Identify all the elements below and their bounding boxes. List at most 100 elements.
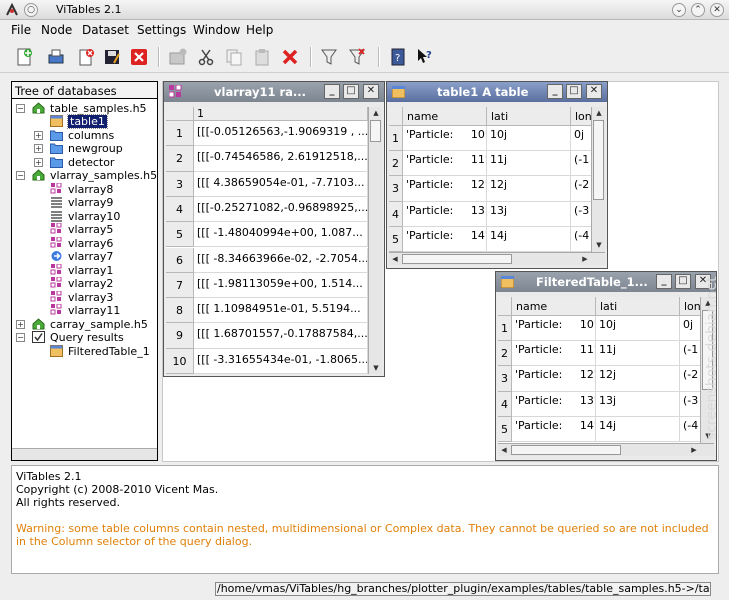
row-header[interactable]: 5 <box>166 222 194 248</box>
table1-maximize-button[interactable]: □ <box>566 84 582 99</box>
new-file-button[interactable] <box>12 45 36 69</box>
table-cell[interactable]: 'Particle: 12' <box>403 176 487 202</box>
filtered-minimize-button[interactable]: _ <box>656 274 672 289</box>
row-header[interactable]: 4 <box>166 196 194 223</box>
row-header[interactable]: 1 <box>389 126 403 152</box>
menu-settings[interactable]: Settings <box>137 23 186 37</box>
table-cell[interactable]: 10j <box>596 316 680 342</box>
table-cell[interactable]: 12j <box>596 366 680 392</box>
tree-node-filteredtable-1[interactable]: FilteredTable_1 <box>12 345 157 358</box>
scroll-thumb[interactable] <box>402 254 512 264</box>
row-header[interactable]: 3 <box>166 171 194 197</box>
quit-button[interactable] <box>127 45 151 69</box>
table-cell[interactable]: [[[ 1.10984951e-01, 5.5194... <box>194 298 368 324</box>
tree-node-vlarray1[interactable]: vlarray1 <box>12 263 157 277</box>
column-header[interactable]: lon <box>680 297 700 316</box>
minimize-button[interactable]: ⌄ <box>672 3 686 17</box>
table1-vscroll[interactable]: ▲ ▼ <box>591 107 605 252</box>
collapse-icon[interactable]: − <box>16 104 25 113</box>
table-cell[interactable]: 11j <box>487 151 571 177</box>
menu-node[interactable]: Node <box>41 23 72 37</box>
new-group-button[interactable] <box>166 45 190 69</box>
menu-file[interactable]: File <box>11 23 31 37</box>
table-cell[interactable]: [[[ 4.38659054e-01, -7.7103... <box>194 171 368 197</box>
scroll-thumb[interactable] <box>511 445 621 455</box>
table-cell[interactable]: [[[ 1.68701557,-0.17887584,... <box>194 323 368 349</box>
table-cell[interactable]: (-4 <box>680 417 700 442</box>
table-cell[interactable]: 0j <box>680 316 700 342</box>
tree-node-vlarray2[interactable]: vlarray2 <box>12 276 157 290</box>
tree-node-detector[interactable]: + detector <box>12 156 157 169</box>
table-cell[interactable]: (-2 <box>571 176 591 202</box>
table-cell[interactable]: [[[-0.74546586, 2.61912518,... <box>194 146 368 172</box>
row-header[interactable]: 5 <box>389 226 403 252</box>
table1-minimize-button[interactable]: _ <box>547 84 563 99</box>
window-menu-icon[interactable]: ○ <box>24 3 38 17</box>
tree-node-table-samples-h5[interactable]: − table_samples.h5 <box>12 102 157 115</box>
table1-close-button[interactable]: ✕ <box>586 84 602 99</box>
table-cell[interactable]: 'Particle: 13' <box>512 391 596 417</box>
tree-node-vlarray11[interactable]: vlarray11 <box>12 303 157 317</box>
tree-node-newgroup[interactable]: + newgroup <box>12 142 157 155</box>
collapse-icon[interactable]: − <box>16 171 25 180</box>
column-header[interactable]: lon <box>571 107 591 126</box>
collapse-icon[interactable]: − <box>16 333 25 342</box>
tree-node-vlarray3[interactable]: vlarray3 <box>12 290 157 304</box>
scroll-down-icon[interactable]: ▼ <box>370 362 382 374</box>
table1-hscroll[interactable]: ◀ ▶ <box>389 252 605 265</box>
vlarray11-maximize-button[interactable]: □ <box>343 84 359 99</box>
table-cell[interactable]: 13j <box>596 391 680 417</box>
copy-button[interactable] <box>222 45 246 69</box>
table-cell[interactable]: 'Particle: 14' <box>403 226 487 252</box>
expand-icon[interactable]: + <box>16 320 25 329</box>
whats-this-button[interactable]: ? <box>413 45 437 69</box>
table-cell[interactable]: [[[ -1.48040994e+00, 1.087... <box>194 222 368 248</box>
scroll-left-icon[interactable]: ◀ <box>389 253 401 265</box>
expand-icon[interactable]: + <box>34 158 43 167</box>
table-cell[interactable]: 'Particle: 11' <box>403 151 487 177</box>
row-header[interactable]: 7 <box>166 272 194 299</box>
query-button[interactable] <box>317 45 341 69</box>
delete-button[interactable] <box>278 45 302 69</box>
table-cell[interactable]: 'Particle: 10' <box>512 316 596 342</box>
row-header[interactable]: 5 <box>498 416 512 442</box>
table-cell[interactable]: (-3 <box>680 392 700 417</box>
delete-queries-button[interactable] <box>345 45 369 69</box>
table-cell[interactable]: 10j <box>487 126 571 152</box>
scroll-down-icon[interactable]: ▼ <box>593 239 605 251</box>
tree-node-vlarray6[interactable]: vlarray6 <box>12 236 157 250</box>
menu-help[interactable]: Help <box>246 23 273 37</box>
scroll-right-icon[interactable]: ▶ <box>688 444 700 456</box>
expand-icon[interactable]: + <box>34 144 43 153</box>
row-header[interactable]: 1 <box>498 316 512 342</box>
tree-node-columns[interactable]: + columns <box>12 129 157 142</box>
table-cell[interactable]: 11j <box>596 341 680 367</box>
close-file-button[interactable] <box>74 45 98 69</box>
expand-icon[interactable]: + <box>34 131 43 140</box>
scroll-left-icon[interactable]: ◀ <box>498 444 510 456</box>
tree-node-vlarray10[interactable]: vlarray10 <box>12 210 157 223</box>
table-cell[interactable]: (-1 <box>680 341 700 367</box>
maximize-button[interactable]: ⌃ <box>691 3 705 17</box>
row-header[interactable]: 9 <box>166 323 194 349</box>
table-cell[interactable]: 13j <box>487 201 571 227</box>
vlarray11-vscroll[interactable]: ▲ ▼ <box>368 107 382 374</box>
close-window-button[interactable]: ✕ <box>710 3 724 17</box>
tree-hscroll[interactable] <box>12 448 157 460</box>
column-header[interactable]: 1 <box>194 107 368 121</box>
table-cell[interactable]: 'Particle: 10' <box>403 126 487 152</box>
tree-node-vlarray7[interactable]: vlarray7 <box>12 250 157 263</box>
column-header[interactable]: lati <box>487 107 571 126</box>
column-header[interactable]: lati <box>596 297 680 316</box>
tree-node-vlarray9[interactable]: vlarray9 <box>12 196 157 209</box>
tree-node-vlarray-samples-h5[interactable]: − vlarray_samples.h5 <box>12 169 157 182</box>
table-cell[interactable]: 0j <box>571 126 591 152</box>
vlarray11-minimize-button[interactable]: _ <box>324 84 340 99</box>
row-header[interactable]: 6 <box>166 247 194 273</box>
row-header[interactable]: 2 <box>166 146 194 172</box>
table-cell[interactable]: [[[-0.05126563,-1.9069319 , ... <box>194 121 368 147</box>
vlarray11-window-titlebar[interactable]: vlarray11 ra... _ □ ✕ <box>164 82 384 102</box>
row-header[interactable]: 2 <box>389 151 403 177</box>
row-header[interactable]: 8 <box>166 298 194 324</box>
users-guide-button[interactable]: ? <box>386 45 410 69</box>
